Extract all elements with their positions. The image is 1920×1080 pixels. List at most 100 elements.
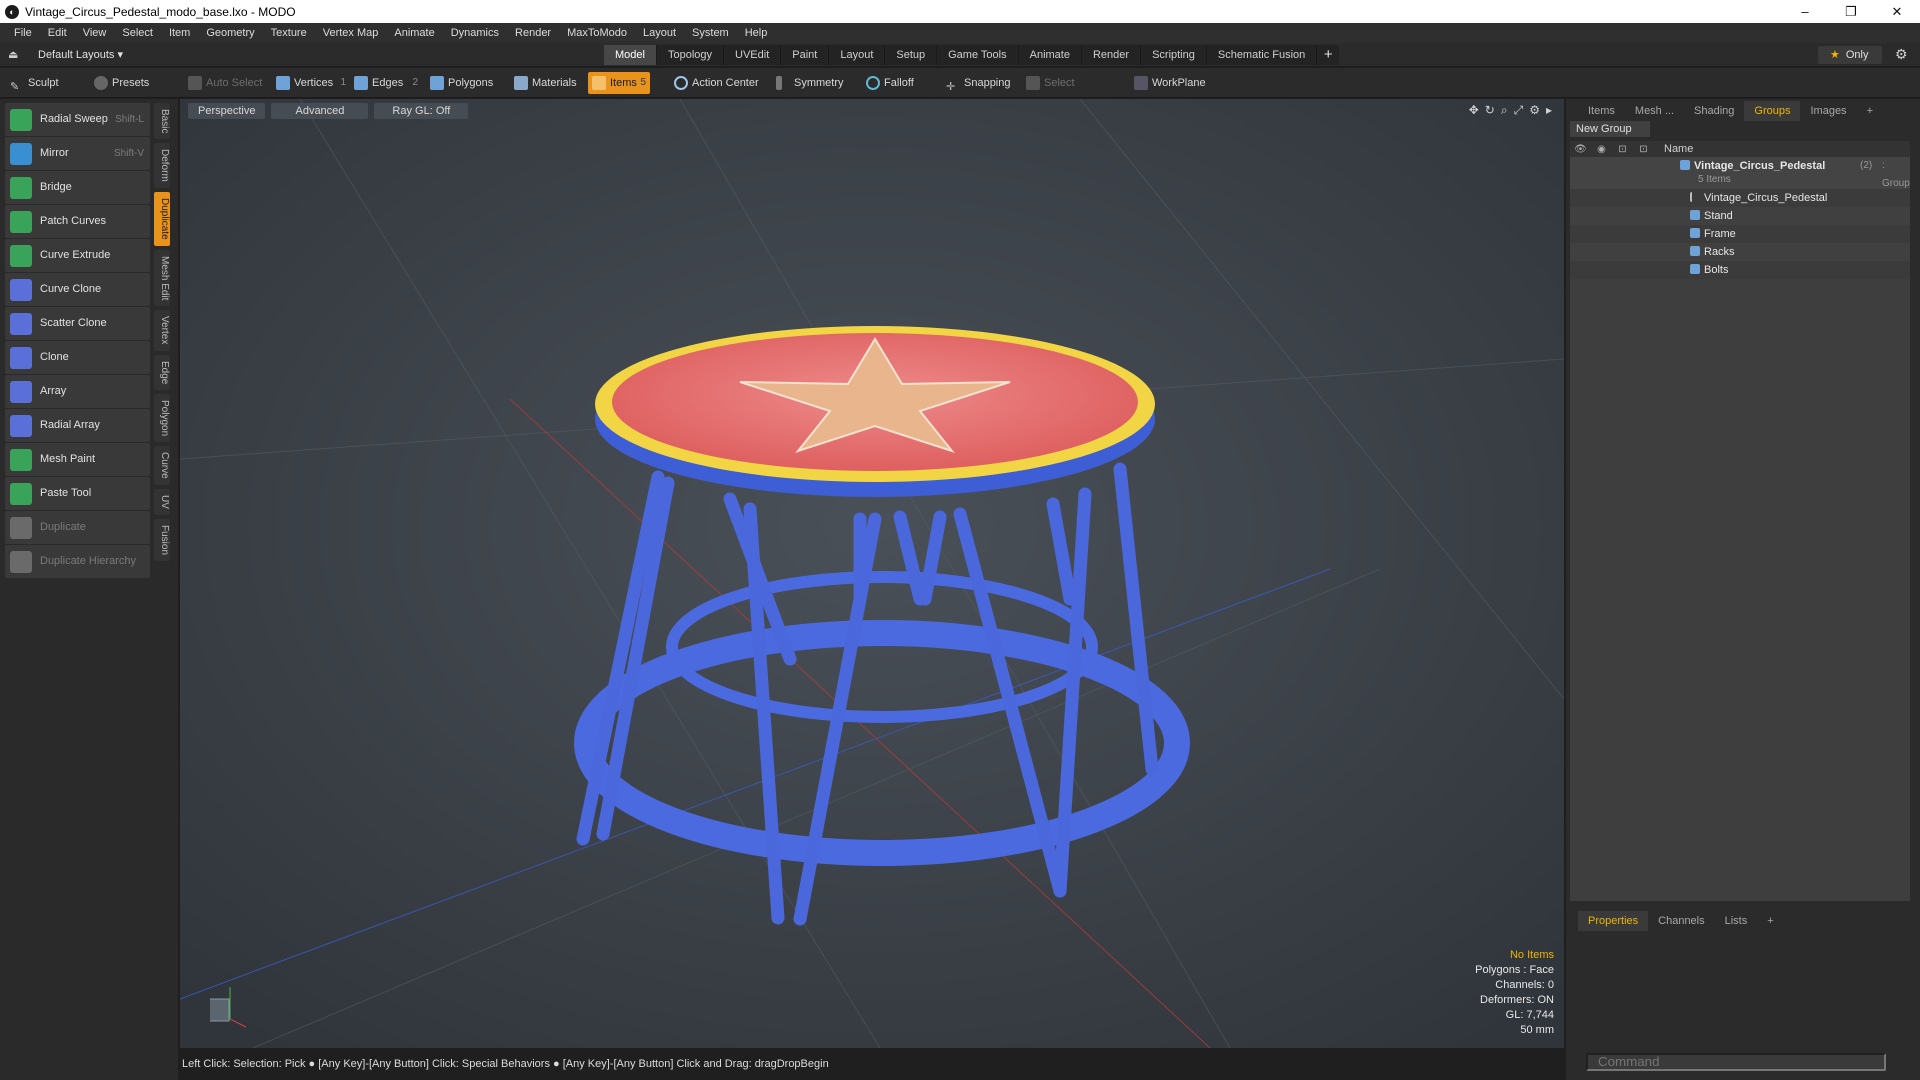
menu-view[interactable]: View: [75, 23, 115, 43]
group-child-row[interactable]: Stand: [1570, 207, 1910, 225]
tool-radial-sweep[interactable]: Radial Sweep Shift-L: [5, 103, 150, 136]
tab-animate[interactable]: Animate: [1019, 45, 1082, 65]
view-perspective-dropdown[interactable]: Perspective: [188, 103, 266, 119]
vtab-vertex[interactable]: Vertex: [154, 310, 170, 351]
vtab-polygon[interactable]: Polygon: [154, 394, 170, 443]
lock-col-icon[interactable]: ⊡: [1612, 144, 1633, 155]
tab-setup[interactable]: Setup: [885, 45, 938, 65]
snapping-button[interactable]: ✛ Snapping: [942, 72, 1014, 94]
tab-render[interactable]: Render: [1082, 45, 1142, 65]
auto-select-button[interactable]: Auto Select: [184, 72, 264, 94]
vertices-button[interactable]: Vertices 1: [272, 72, 346, 94]
polygons-button[interactable]: Polygons: [426, 72, 500, 94]
tab-channels[interactable]: Channels: [1648, 911, 1714, 931]
menu-system[interactable]: System: [684, 23, 737, 43]
add-bottom-tab-icon[interactable]: +: [1757, 911, 1783, 931]
menu-select[interactable]: Select: [114, 23, 161, 43]
menu-vertex-map[interactable]: Vertex Map: [315, 23, 387, 43]
group-child-row[interactable]: Frame: [1570, 225, 1910, 243]
tab-lists[interactable]: Lists: [1715, 911, 1758, 931]
visibility-col-icon[interactable]: 👁: [1570, 144, 1591, 155]
tool-radial-array[interactable]: Radial Array: [5, 409, 150, 442]
edges-button[interactable]: Edges 2: [350, 72, 418, 94]
command-input[interactable]: [1586, 1053, 1886, 1071]
group-child-row[interactable]: Racks: [1570, 243, 1910, 261]
menu-edit[interactable]: Edit: [40, 23, 75, 43]
tool-bridge[interactable]: Bridge: [5, 171, 150, 204]
menu-geometry[interactable]: Geometry: [198, 23, 262, 43]
tab-model[interactable]: Model: [604, 45, 657, 65]
only-toggle[interactable]: ★ Only: [1818, 46, 1882, 64]
tool-clone[interactable]: Clone: [5, 341, 150, 374]
select-through-button[interactable]: Select Through: [1022, 72, 1118, 111]
tab-shading[interactable]: Shading: [1684, 101, 1744, 121]
tab-groups[interactable]: Groups: [1744, 101, 1801, 121]
workplane-button[interactable]: WorkPlane: [1130, 72, 1210, 94]
menu-maxtomodo[interactable]: MaxToModo: [559, 23, 635, 43]
tab-paint[interactable]: Paint: [781, 45, 830, 65]
new-group-button[interactable]: New Group: [1570, 121, 1650, 137]
tab-game-tools[interactable]: Game Tools: [937, 45, 1019, 65]
tool-scatter-clone[interactable]: Scatter Clone: [5, 307, 150, 340]
menu-item[interactable]: Item: [161, 23, 198, 43]
vtab-duplicate[interactable]: Duplicate: [154, 192, 170, 246]
default-layouts-dropdown[interactable]: Default Layouts ▾: [38, 48, 123, 61]
materials-button[interactable]: Materials: [510, 72, 577, 94]
menu-dynamics[interactable]: Dynamics: [443, 23, 507, 43]
render-col-icon[interactable]: ◉: [1591, 144, 1612, 155]
vtab-curve[interactable]: Curve: [154, 446, 170, 485]
tab-scripting[interactable]: Scripting: [1141, 45, 1207, 65]
menu-layout[interactable]: Layout: [635, 23, 684, 43]
sculpt-button[interactable]: ✎ Sculpt: [6, 72, 86, 94]
tool-mesh-paint[interactable]: Mesh Paint: [5, 443, 150, 476]
viewport-settings-icon[interactable]: ⚙: [1529, 103, 1540, 118]
tool-mirror[interactable]: Mirror Shift-V: [5, 137, 150, 170]
tab-mesh[interactable]: Mesh ...: [1625, 101, 1684, 121]
tool-paste-tool[interactable]: Paste Tool: [5, 477, 150, 510]
menu-texture[interactable]: Texture: [263, 23, 315, 43]
symmetry-button[interactable]: Symmetry: [772, 72, 850, 94]
zoom-icon[interactable]: ⌕: [1501, 103, 1508, 118]
tab-items[interactable]: Items: [1578, 101, 1625, 121]
vtab-edge[interactable]: Edge: [154, 354, 170, 391]
tab-topology[interactable]: Topology: [657, 45, 725, 65]
add-tab-icon[interactable]: +: [1317, 45, 1339, 65]
gear-icon[interactable]: ⚙: [1895, 46, 1908, 63]
tool-duplicate-hierarchy[interactable]: Duplicate Hierarchy: [5, 545, 150, 578]
group-child-row[interactable]: Vintage_Circus_Pedestal: [1570, 189, 1910, 207]
vtab-uv[interactable]: UV: [154, 488, 170, 515]
action-center-button[interactable]: Action Center: [670, 72, 760, 94]
tool-curve-extrude[interactable]: Curve Extrude: [5, 239, 150, 272]
menu-help[interactable]: Help: [737, 23, 776, 43]
pan-icon[interactable]: ✥: [1469, 103, 1479, 118]
presets-button[interactable]: Presets F6: [90, 72, 172, 111]
vtab-basic[interactable]: Basic: [154, 103, 170, 140]
group-row[interactable]: Vintage_Circus_Pedestal (2) : Group 5 It…: [1570, 157, 1910, 189]
tab-layout[interactable]: Layout: [829, 45, 886, 65]
vtab-deform[interactable]: Deform: [154, 143, 170, 189]
maximize-button[interactable]: ❐: [1828, 0, 1874, 23]
shading-advanced-dropdown[interactable]: Advanced: [271, 103, 369, 119]
fit-icon[interactable]: ⤢: [1514, 103, 1524, 118]
tool-duplicate[interactable]: Duplicate: [5, 511, 150, 544]
rotate-icon[interactable]: ↻: [1485, 103, 1495, 118]
menu-file[interactable]: File: [6, 23, 40, 43]
vtab-fusion[interactable]: Fusion: [154, 518, 170, 561]
items-button[interactable]: Items 5: [588, 72, 650, 94]
tab-schematic-fusion[interactable]: Schematic Fusion: [1207, 45, 1318, 65]
close-button[interactable]: ✕: [1874, 0, 1920, 23]
raygl-toggle[interactable]: Ray GL: Off: [374, 103, 469, 119]
add-panel-tab-icon[interactable]: +: [1857, 101, 1883, 121]
layouts-menu-icon[interactable]: ⏏: [8, 48, 18, 61]
tab-uvedit[interactable]: UVEdit: [724, 45, 782, 65]
select-col-icon[interactable]: ⊡: [1633, 144, 1654, 155]
tab-properties[interactable]: Properties: [1578, 911, 1649, 931]
3d-viewport[interactable]: Perspective Advanced Ray GL: Off ✥ ↻ ⌕ ⤢…: [180, 99, 1564, 1048]
group-child-row[interactable]: Bolts: [1570, 261, 1910, 279]
vtab-mesh-edit[interactable]: Mesh Edit: [154, 249, 170, 307]
tool-patch-curves[interactable]: Patch Curves: [5, 205, 150, 238]
menu-animate[interactable]: Animate: [386, 23, 442, 43]
minimize-button[interactable]: –: [1782, 0, 1828, 23]
tool-array[interactable]: Array: [5, 375, 150, 408]
expand-arrow-icon[interactable]: ▸: [1546, 103, 1552, 118]
